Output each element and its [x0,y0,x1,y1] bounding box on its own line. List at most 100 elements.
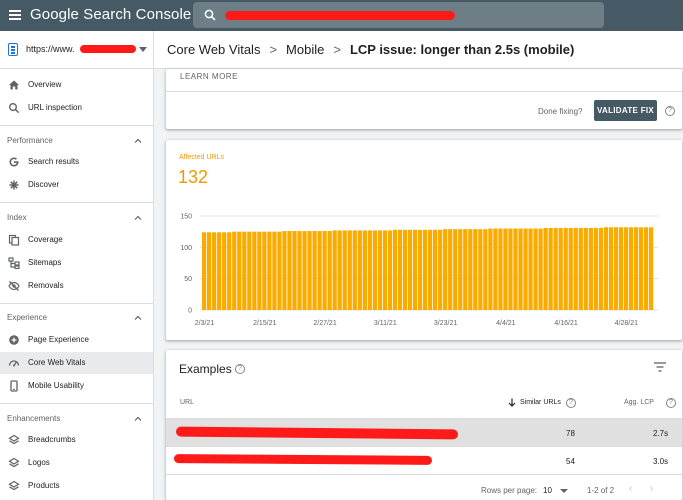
chart-bar[interactable] [633,227,639,310]
help-icon[interactable]: ? [666,398,676,408]
chart-bar[interactable] [317,231,322,310]
chart-bar[interactable] [262,231,267,310]
chart-bar[interactable] [227,232,232,310]
sidebar-item-logos[interactable]: Logos [0,452,153,474]
help-icon[interactable]: ? [665,106,675,116]
chart-bar[interactable] [327,231,332,310]
chart-bar[interactable] [533,228,538,310]
chevron-up-icon[interactable] [134,215,142,220]
chart-bar[interactable] [553,227,558,310]
chevron-right-icon[interactable]: › [650,483,653,494]
chart-bar[interactable] [493,228,498,310]
chart-bar[interactable] [417,229,423,310]
chart-bar[interactable] [362,230,367,310]
sidebar-item-core-web-vitals[interactable]: Core Web Vitals [0,352,153,374]
chart-bar[interactable] [613,227,619,310]
property-selector[interactable]: https://www. [0,31,154,69]
breadcrumb-core-web-vitals[interactable]: Core Web Vitals [167,42,260,57]
chart-bar[interactable] [252,231,257,310]
chart-bar[interactable] [588,227,593,310]
chart-bar[interactable] [277,231,282,310]
chart-bar[interactable] [397,229,403,310]
sidebar-item-page-experience[interactable]: Page Experience [0,329,153,351]
chart-bar[interactable] [523,228,528,310]
chart-bar[interactable] [232,231,237,310]
chart-bar[interactable] [498,228,503,310]
chart-bar[interactable] [443,229,448,310]
chart-bar[interactable] [598,227,603,310]
chart-bar[interactable] [583,227,588,310]
chart-bar[interactable] [222,232,227,310]
chart-bar[interactable] [402,229,408,310]
table-row[interactable]: 54 3.0s [166,446,682,474]
chart-bar[interactable] [503,228,508,310]
column-header-agg-lcp[interactable]: Agg. LCP [624,399,654,406]
chart-bar[interactable] [217,232,222,310]
chart-bar[interactable] [488,228,493,310]
chart-bar[interactable] [548,227,553,310]
chart-bar[interactable] [382,230,388,310]
chart-bar[interactable] [468,229,473,310]
arrow-down-icon[interactable] [508,398,516,407]
chart-bar[interactable] [573,227,578,310]
help-icon[interactable]: ? [235,364,245,374]
chart-bar[interactable] [302,231,307,310]
chart-bar[interactable] [242,231,247,310]
chart-bar[interactable] [297,231,302,310]
chart-bar[interactable] [307,231,312,310]
chart-bar[interactable] [312,231,317,310]
chart-bar[interactable] [608,227,614,310]
chevron-up-icon[interactable] [134,138,142,143]
chart-bar[interactable] [422,229,428,310]
chart-bar[interactable] [433,229,438,310]
chart-bar[interactable] [212,232,217,310]
chart-bar[interactable] [257,231,262,310]
help-icon[interactable]: ? [566,398,576,408]
chart-bar[interactable] [538,228,543,310]
chart-bar[interactable] [543,227,548,310]
chart-bar[interactable] [618,227,624,310]
chart-bar[interactable] [272,231,277,310]
chart-bar[interactable] [322,231,327,310]
sidebar-item-discover[interactable]: Discover [0,174,153,196]
rows-per-page-select[interactable]: 10 [543,486,552,495]
hamburger-menu-icon[interactable] [9,10,21,20]
sidebar-item-overview[interactable]: Overview [0,74,153,96]
chart-bar[interactable] [458,229,463,310]
section-title-enhancements[interactable]: Enhancements [7,414,60,423]
chart-bar[interactable] [448,229,453,310]
chart-bar[interactable] [463,229,468,310]
sidebar-item-products[interactable]: Products [0,475,153,497]
chart-bar[interactable] [342,230,347,310]
chart-bar[interactable] [603,227,608,310]
chart-bar[interactable] [392,229,398,310]
chart-bar[interactable] [347,230,352,310]
chart-bar[interactable] [508,228,513,310]
chart-bar[interactable] [628,227,634,310]
learn-more-link[interactable]: LEARN MORE [180,72,238,81]
chart-bar[interactable] [558,227,563,310]
chart-bar[interactable] [407,229,413,310]
app-title[interactable]: Google Search Console [30,6,191,23]
chart-bar[interactable] [478,229,483,310]
chart-bar[interactable] [352,230,357,310]
chart-bar[interactable] [207,232,212,310]
chart-bar[interactable] [568,227,573,310]
chart-bar[interactable] [648,227,654,310]
chart-bar[interactable] [387,230,393,310]
validate-fix-button[interactable]: VALIDATE FIX [594,100,657,121]
table-row[interactable]: 78 2.7s [166,418,682,446]
chevron-left-icon[interactable]: ‹ [629,483,632,494]
section-title-performance[interactable]: Performance [7,136,53,145]
chart-bar[interactable] [428,229,433,310]
chart-bar[interactable] [528,228,533,310]
chart-bar[interactable] [623,227,629,310]
chart-bar[interactable] [453,229,458,310]
search-box[interactable] [193,2,604,28]
chart-bar[interactable] [518,228,523,310]
sidebar-item-search-results[interactable]: Search results [0,151,153,173]
sidebar-item-coverage[interactable]: Coverage [0,229,153,251]
sidebar-item-breadcrumbs[interactable]: Breadcrumbs [0,429,153,451]
chart-bar[interactable] [267,231,272,310]
column-header-url[interactable]: URL [180,399,194,406]
